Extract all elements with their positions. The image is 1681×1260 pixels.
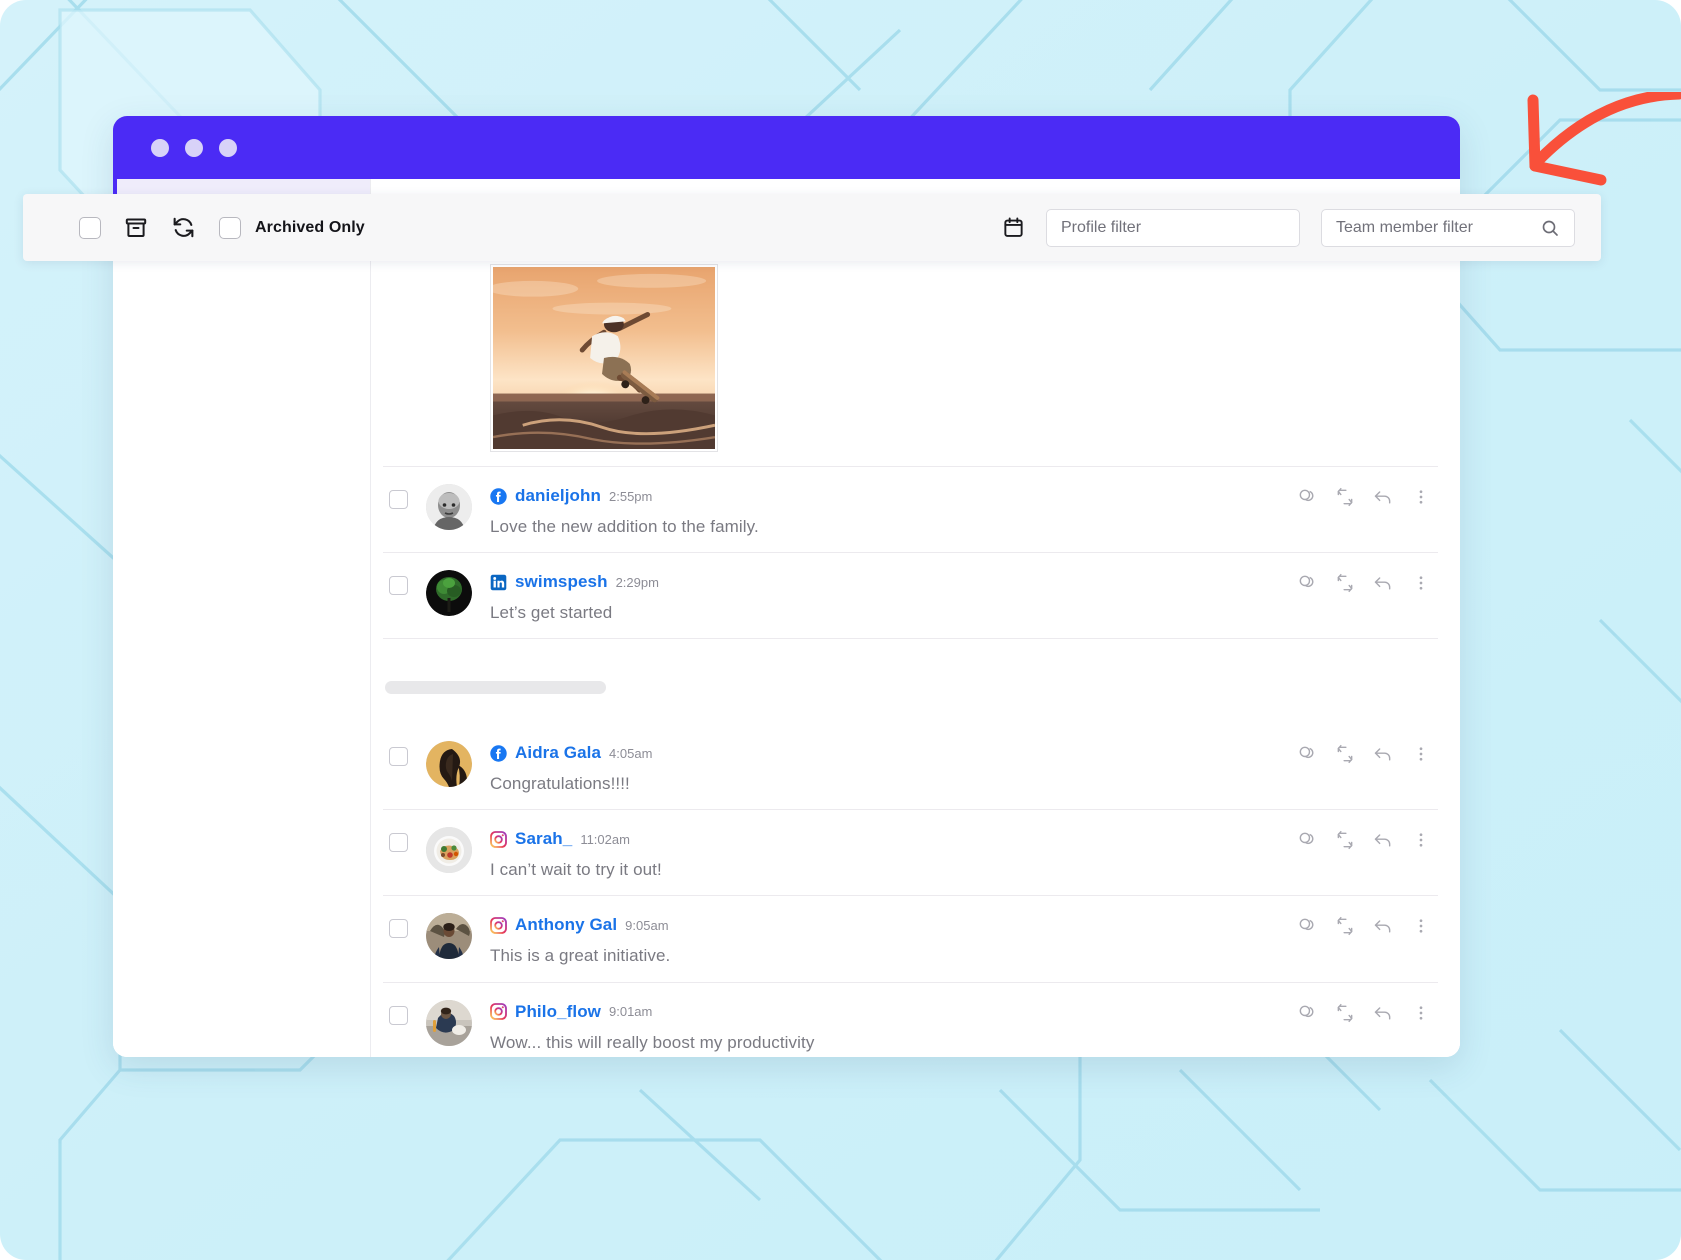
avatar: [426, 827, 472, 874]
archived-only-label: Archived Only: [255, 218, 365, 236]
post-timestamp: 9:05am: [625, 917, 669, 933]
post-checkbox[interactable]: [389, 1005, 408, 1025]
post-row[interactable]: Philo_flow 9:01am Wow... this will reall…: [383, 983, 1438, 1057]
post-checkbox[interactable]: [389, 490, 408, 510]
reply-icon[interactable]: [1372, 486, 1394, 508]
calendar-icon[interactable]: [1002, 216, 1025, 239]
repost-icon[interactable]: [1334, 1002, 1356, 1024]
post-actions: [1296, 743, 1432, 765]
avatar: [426, 570, 472, 617]
avatar: [426, 999, 472, 1046]
profile-filter-field[interactable]: [1046, 208, 1300, 247]
toolbar-left-group: Archived Only: [79, 215, 365, 240]
avatar: [426, 484, 472, 531]
reply-icon[interactable]: [1372, 829, 1394, 851]
refresh-icon[interactable]: [171, 215, 196, 240]
search-icon[interactable]: [1540, 218, 1560, 238]
post-text: Congratulations!!!!: [490, 774, 630, 794]
comments-icon[interactable]: [1296, 829, 1318, 851]
window-dot-maximize[interactable]: [219, 138, 237, 157]
more-options-icon[interactable]: [1410, 1002, 1432, 1024]
post-author[interactable]: Philo_flow: [515, 1002, 601, 1022]
post-text: Love the new addition to the family.: [490, 517, 759, 537]
feed-loading-placeholder: [385, 681, 606, 695]
post-text: This is a great initiative.: [490, 946, 671, 966]
post-timestamp: 2:29pm: [615, 574, 659, 590]
feed-list: crackerjackmktg 3:12pm This is amazing 💜: [371, 179, 1460, 1057]
post-actions: [1296, 915, 1432, 937]
post-timestamp: 2:55pm: [609, 488, 653, 504]
window-dot-minimize[interactable]: [185, 138, 203, 157]
team-member-filter-field[interactable]: [1321, 208, 1575, 247]
reply-icon[interactable]: [1372, 1002, 1394, 1024]
avatar: [426, 741, 472, 788]
profile-filter-input[interactable]: [1061, 218, 1285, 237]
post-row[interactable]: danieljohn 2:55pm Love the new addition …: [383, 467, 1438, 554]
avatar: [426, 913, 472, 960]
post-row[interactable]: swimspesh 2:29pm Let’s get started: [383, 553, 1438, 640]
reply-icon[interactable]: [1372, 915, 1394, 937]
instagram-icon: [490, 917, 507, 934]
post-author[interactable]: swimspesh: [515, 572, 608, 592]
post-timestamp: 9:01am: [609, 1004, 653, 1020]
post-checkbox[interactable]: [389, 747, 408, 767]
post-author[interactable]: danieljohn: [515, 486, 601, 506]
more-options-icon[interactable]: [1410, 572, 1432, 594]
post-actions: [1296, 572, 1432, 594]
linkedin-icon: [490, 574, 507, 590]
comments-icon[interactable]: [1296, 486, 1318, 508]
post-text: I can’t wait to try it out!: [490, 860, 662, 880]
window-titlebar: [113, 116, 1460, 179]
comments-icon[interactable]: [1296, 915, 1318, 937]
post-actions: [1296, 486, 1432, 508]
facebook-icon: [490, 745, 507, 762]
sidebar: Social feeds: [113, 179, 371, 1057]
post-author[interactable]: Sarah_: [515, 829, 572, 849]
post-author[interactable]: Aidra Gala: [515, 743, 601, 763]
feed-loading-placeholder-wrap: [371, 639, 1460, 724]
window-body: Social feeds: [113, 179, 1460, 1057]
post-timestamp: 11:02am: [580, 831, 630, 847]
post-text: Wow... this will really boost my product…: [490, 1032, 815, 1052]
post-text: Let’s get started: [490, 603, 613, 623]
window-dot-close[interactable]: [151, 138, 169, 157]
repost-icon[interactable]: [1334, 572, 1356, 594]
repost-icon[interactable]: [1334, 915, 1356, 937]
repost-icon[interactable]: [1334, 743, 1356, 765]
more-options-icon[interactable]: [1410, 829, 1432, 851]
comments-icon[interactable]: [1296, 743, 1318, 765]
archive-box-icon[interactable]: [124, 216, 148, 240]
archived-only-checkbox[interactable]: [219, 216, 241, 239]
toolbar-right-group: [1002, 208, 1575, 247]
post-timestamp: 4:05am: [609, 745, 653, 761]
more-options-icon[interactable]: [1410, 915, 1432, 937]
post-row[interactable]: Anthony Gal 9:05am This is a great initi…: [383, 896, 1438, 983]
post-attached-image[interactable]: [490, 264, 718, 453]
post-checkbox[interactable]: [389, 919, 408, 939]
post-actions: [1296, 829, 1432, 851]
facebook-icon: [490, 487, 507, 505]
post-author[interactable]: Anthony Gal: [515, 915, 617, 935]
post-row[interactable]: Sarah_ 11:02am I can’t wait to try it ou…: [383, 810, 1438, 897]
post-checkbox[interactable]: [389, 576, 408, 596]
comments-icon[interactable]: [1296, 1002, 1318, 1024]
filter-toolbar: Archived Only: [23, 194, 1601, 261]
repost-icon[interactable]: [1334, 486, 1356, 508]
reply-icon[interactable]: [1372, 743, 1394, 765]
team-member-filter-input[interactable]: [1336, 218, 1540, 237]
post-row[interactable]: Aidra Gala 4:05am Congratulations!!!!: [383, 724, 1438, 811]
instagram-icon: [490, 830, 507, 848]
more-options-icon[interactable]: [1410, 486, 1432, 508]
post-checkbox[interactable]: [389, 833, 408, 853]
select-all-checkbox[interactable]: [79, 216, 101, 239]
more-options-icon[interactable]: [1410, 743, 1432, 765]
reply-icon[interactable]: [1372, 572, 1394, 594]
instagram-icon: [490, 1003, 507, 1020]
repost-icon[interactable]: [1334, 829, 1356, 851]
post-actions: [1296, 1002, 1432, 1024]
comments-icon[interactable]: [1296, 572, 1318, 594]
